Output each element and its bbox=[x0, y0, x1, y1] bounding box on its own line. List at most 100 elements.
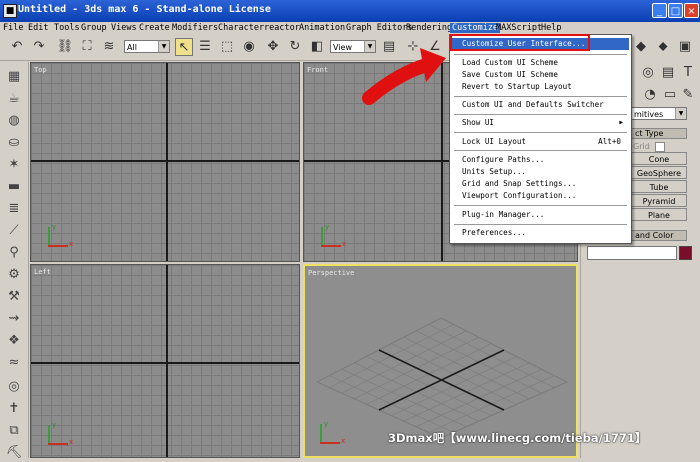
geometry-icon[interactable]: ◔ bbox=[641, 86, 659, 104]
chain-icon[interactable]: ⧉ bbox=[5, 422, 23, 440]
menu-animation[interactable]: Animation bbox=[299, 23, 345, 33]
object-type-rollout[interactable]: ct Type bbox=[631, 128, 687, 139]
geosphere-button[interactable]: GeoSphere bbox=[631, 166, 687, 179]
redo-icon[interactable]: ↷ bbox=[30, 38, 48, 56]
menu-item-plug-in-manager[interactable]: Plug-in Manager... bbox=[452, 209, 629, 221]
maximize-button[interactable]: □ bbox=[668, 3, 683, 18]
cone-button[interactable]: Cone bbox=[631, 152, 687, 165]
menu-help[interactable]: Help bbox=[541, 23, 561, 33]
menu-item-viewport-configuration[interactable]: Viewport Configuration... bbox=[452, 190, 629, 202]
menu-reactor[interactable]: reactor bbox=[264, 23, 300, 33]
gear-icon[interactable]: ⚙ bbox=[5, 266, 23, 284]
minimize-button[interactable]: _ bbox=[652, 3, 667, 18]
shapes-icon[interactable]: ▭ bbox=[661, 86, 679, 104]
display-tab-icon[interactable]: ▤ bbox=[659, 64, 677, 82]
selection-filter-dropdown[interactable]: All ▼ bbox=[124, 40, 170, 53]
snap-toggle-icon[interactable]: ⊹ bbox=[404, 38, 422, 56]
viewport-label-left[interactable]: Left bbox=[34, 268, 51, 276]
angle-snap-icon[interactable]: ∠ bbox=[426, 38, 444, 56]
lights-icon[interactable]: ✎ bbox=[679, 86, 697, 104]
autogrid-checkbox[interactable] bbox=[655, 142, 665, 152]
pyramid-button[interactable]: Pyramid bbox=[631, 194, 687, 207]
name-and-color-rollout[interactable]: and Color bbox=[631, 230, 687, 241]
wave-icon[interactable]: ≈ bbox=[5, 354, 23, 372]
select-by-name-icon[interactable]: ☰ bbox=[196, 38, 214, 56]
select-and-move-icon[interactable]: ✥ bbox=[264, 38, 282, 56]
reference-coordinate-dropdown[interactable]: View ▼ bbox=[330, 40, 376, 53]
render-icon[interactable]: ▣ bbox=[676, 38, 694, 56]
customize-menu: Customize User Interface... Load Custom … bbox=[449, 34, 632, 244]
grid-axis-vertical bbox=[166, 265, 168, 457]
viewport-perspective[interactable]: Perspective xy bbox=[303, 264, 578, 458]
menu-item-show-ui[interactable]: Show UI ▶ bbox=[452, 117, 629, 129]
menu-item-load-custom-ui-scheme[interactable]: Load Custom UI Scheme bbox=[452, 57, 629, 69]
chevron-down-icon: ▼ bbox=[158, 41, 169, 52]
menu-customize[interactable]: Customize bbox=[450, 23, 501, 33]
menu-item-units-setup[interactable]: Units Setup... bbox=[452, 166, 629, 178]
rectangular-selection-icon[interactable]: ⬚ bbox=[218, 38, 236, 56]
grid-axis-horizontal bbox=[31, 362, 299, 364]
box-icon[interactable]: ▦ bbox=[5, 68, 23, 86]
object-color-swatch[interactable] bbox=[679, 246, 692, 260]
menu-item-configure-paths[interactable]: Configure Paths... bbox=[452, 154, 629, 166]
chevron-down-icon: ▼ bbox=[364, 41, 375, 52]
material-editor-icon[interactable]: ⬥ bbox=[654, 38, 672, 56]
menu-edit[interactable]: Edit bbox=[28, 23, 48, 33]
sphere-icon[interactable]: ◍ bbox=[5, 112, 23, 130]
viewport-label-top[interactable]: Top bbox=[34, 66, 47, 74]
teapot-icon[interactable]: ☕ bbox=[5, 90, 23, 108]
tube-button[interactable]: Tube bbox=[631, 180, 687, 193]
menu-modifiers[interactable]: Modifiers bbox=[172, 23, 218, 33]
select-object-icon[interactable]: ↖ bbox=[175, 38, 193, 56]
pivot-icon[interactable]: ▤ bbox=[380, 38, 398, 56]
select-and-scale-icon[interactable]: ◧ bbox=[308, 38, 326, 56]
menu-graph-editors[interactable]: Graph Editors bbox=[346, 23, 413, 33]
close-button[interactable]: × bbox=[684, 3, 699, 18]
curve-editor-icon[interactable]: ◆ bbox=[632, 38, 650, 56]
viewport-label-front[interactable]: Front bbox=[307, 66, 328, 74]
viewport-top[interactable]: Top xy bbox=[30, 62, 300, 262]
select-and-link-icon[interactable]: ⛓ bbox=[56, 38, 74, 56]
menu-maxscript[interactable]: MAXScript bbox=[496, 23, 542, 33]
bind-space-warp-icon[interactable]: ≋ bbox=[100, 38, 118, 56]
menu-character[interactable]: Character bbox=[218, 23, 264, 33]
modifier-icon[interactable]: ⛏ bbox=[5, 444, 23, 462]
grid-axis-vertical bbox=[441, 63, 443, 261]
cylinder-icon[interactable]: ⛀ bbox=[5, 134, 23, 152]
object-category-dropdown[interactable]: mitives ▼ bbox=[631, 107, 687, 120]
object-name-field[interactable] bbox=[587, 246, 677, 260]
menu-item-save-custom-ui-scheme[interactable]: Save Custom UI Scheme bbox=[452, 69, 629, 81]
stack-icon[interactable]: ≣ bbox=[5, 200, 23, 218]
ripple-icon[interactable]: ◎ bbox=[5, 378, 23, 396]
grid-axis-horizontal bbox=[31, 160, 299, 162]
menu-item-lock-ui-layout[interactable]: Lock UI Layout Alt+0 bbox=[452, 136, 629, 148]
menu-group[interactable]: Group bbox=[81, 23, 107, 33]
menu-item-revert-to-startup-layout[interactable]: Revert to Startup Layout bbox=[452, 81, 629, 93]
menu-rendering[interactable]: Rendering bbox=[406, 23, 452, 33]
3ds-max-app-icon[interactable]: ■ bbox=[3, 4, 17, 18]
particle-icon[interactable]: ❖ bbox=[5, 332, 23, 350]
helper-icon[interactable]: ⚒ bbox=[5, 288, 23, 306]
window-crossing-icon[interactable]: ◉ bbox=[240, 38, 258, 56]
tube-icon[interactable]: ⟋ bbox=[5, 222, 23, 240]
menu-item-grid-and-snap-settings[interactable]: Grid and Snap Settings... bbox=[452, 178, 629, 190]
tape-icon[interactable]: ⚲ bbox=[5, 244, 23, 262]
unlink-icon[interactable]: ⛶ bbox=[78, 38, 96, 56]
space-warp-icon[interactable]: ⇝ bbox=[5, 310, 23, 328]
menu-item-preferences[interactable]: Preferences... bbox=[452, 227, 629, 239]
undo-icon[interactable]: ↶ bbox=[8, 38, 26, 56]
menu-tools[interactable]: Tools bbox=[54, 23, 80, 33]
select-and-rotate-icon[interactable]: ↻ bbox=[286, 38, 304, 56]
menu-views[interactable]: Views bbox=[111, 23, 137, 33]
utilities-tab-icon[interactable]: T bbox=[679, 64, 697, 82]
menu-item-custom-ui-defaults-switcher[interactable]: Custom UI and Defaults Switcher bbox=[452, 99, 629, 111]
menu-file[interactable]: File bbox=[3, 23, 23, 33]
motion-tab-icon[interactable]: ◎ bbox=[639, 64, 657, 82]
camera-icon[interactable]: ▬ bbox=[5, 178, 23, 196]
star-icon[interactable]: ✶ bbox=[5, 156, 23, 174]
bone-icon[interactable]: ✝ bbox=[5, 400, 23, 418]
menu-create[interactable]: Create bbox=[139, 23, 170, 33]
perspective-grid bbox=[315, 317, 569, 439]
viewport-left[interactable]: Left xy bbox=[30, 264, 300, 458]
plane-button[interactable]: Plane bbox=[631, 208, 687, 221]
